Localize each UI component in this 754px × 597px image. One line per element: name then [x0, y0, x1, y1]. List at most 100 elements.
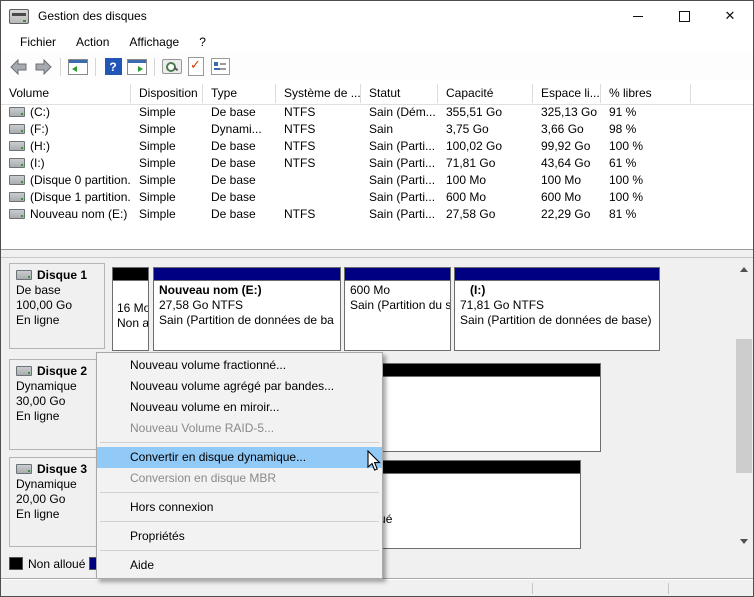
cell-statut: Sain: [361, 121, 438, 138]
volume-icon: [9, 141, 25, 151]
col-capacite[interactable]: Capacité: [438, 84, 533, 103]
menu-item-nouveau-volume-agrege[interactable]: Nouveau volume agrégé par bandes...: [97, 376, 382, 397]
disk-status: En ligne: [16, 313, 104, 328]
menu-item-aide[interactable]: Aide: [97, 555, 382, 576]
maximize-icon: [679, 11, 690, 22]
volume-icon: [9, 158, 25, 168]
table-row[interactable]: (C:) Simple De base NTFS Sain (Dém... 35…: [1, 104, 753, 121]
scroll-up-button[interactable]: [736, 261, 752, 277]
table-row[interactable]: (F:) Simple Dynami... NTFS Sain 3,75 Go …: [1, 121, 753, 138]
disk2-label[interactable]: Disque 2 Dynamique 30,00 Go En ligne: [9, 359, 105, 450]
properties-list-button[interactable]: [209, 56, 231, 78]
vertical-scrollbar[interactable]: [736, 261, 752, 549]
cell-espace: 99,92 Go: [533, 138, 601, 155]
popup-tool-button[interactable]: [161, 56, 183, 78]
menu-separator: [100, 521, 379, 522]
disk1-label[interactable]: Disque 1 De base 100,00 Go En ligne: [9, 263, 105, 349]
help-button[interactable]: ?: [102, 56, 124, 78]
pane-splitter[interactable]: [1, 249, 753, 258]
disk1-volume-e-block[interactable]: Nouveau nom (E:) 27,58 Go NTFS Sain (Par…: [153, 267, 341, 351]
forward-button[interactable]: [32, 56, 54, 78]
menu-item-nouveau-volume-raid5: Nouveau Volume RAID-5...: [97, 418, 382, 439]
col-filesystem[interactable]: Système de ...: [276, 84, 361, 103]
cell-type: Dynami...: [203, 121, 276, 138]
col-empty: [691, 84, 753, 103]
col-espace[interactable]: Espace li...: [533, 84, 601, 103]
maximize-button[interactable]: [661, 1, 707, 31]
legend-unallocated-swatch: [9, 557, 23, 570]
minimize-button[interactable]: [615, 1, 661, 31]
check-document-button[interactable]: ✓: [185, 56, 207, 78]
col-disposition[interactable]: Disposition: [131, 84, 203, 103]
menu-item-hors-connexion[interactable]: Hors connexion: [97, 497, 382, 518]
cell-disposition: Simple: [131, 189, 203, 206]
menu-affichage[interactable]: Affichage: [120, 33, 188, 52]
cell-disposition: Simple: [131, 155, 203, 172]
cell-libres: 98 %: [601, 121, 691, 138]
status-divider: [668, 583, 669, 594]
cell-espace: 100 Mo: [533, 172, 601, 189]
cell-libres: 81 %: [601, 206, 691, 223]
forward-icon: [33, 59, 53, 75]
scroll-down-button[interactable]: [736, 533, 752, 549]
disk1-volume-i-block[interactable]: (I:) 71,81 Go NTFS Sain (Partition de do…: [454, 267, 660, 351]
scrollbar-thumb[interactable]: [736, 339, 752, 473]
cell-disposition: Simple: [131, 104, 203, 121]
volume-icon: [9, 192, 25, 202]
close-button[interactable]: ✕: [707, 1, 753, 31]
cell-disposition: Simple: [131, 121, 203, 138]
cell-statut: Sain (Parti...: [361, 155, 438, 172]
cell-capacite: 3,75 Go: [438, 121, 533, 138]
menu-fichier[interactable]: Fichier: [11, 33, 65, 52]
disk-management-window: Gestion des disques ✕ Fichier Action Aff…: [0, 0, 754, 597]
col-libres[interactable]: % libres: [601, 84, 691, 103]
cell-type: De base: [203, 104, 276, 121]
cell-espace: 43,64 Go: [533, 155, 601, 172]
cell-capacite: 71,81 Go: [438, 155, 533, 172]
menu-item-nouveau-volume-fractionne[interactable]: Nouveau volume fractionné...: [97, 355, 382, 376]
cell-filesystem: NTFS: [276, 121, 361, 138]
menu-item-proprietes[interactable]: Propriétés: [97, 526, 382, 547]
toolbar: ? ✓: [1, 53, 753, 81]
cell-statut: Sain (Parti...: [361, 138, 438, 155]
table-row[interactable]: (I:) Simple De base NTFS Sain (Parti... …: [1, 155, 753, 172]
cell-statut: Sain (Parti...: [361, 189, 438, 206]
col-volume[interactable]: Volume: [1, 84, 131, 103]
menu-item-nouveau-volume-miroir[interactable]: Nouveau volume en miroir...: [97, 397, 382, 418]
popup-magnifier-icon: [162, 59, 182, 74]
unallocated-strip: [113, 268, 148, 280]
col-statut[interactable]: Statut: [361, 84, 438, 103]
table-row[interactable]: (H:) Simple De base NTFS Sain (Parti... …: [1, 138, 753, 155]
volume-icon: [9, 107, 25, 117]
cell-libres: 100 %: [601, 189, 691, 206]
disk1-unallocated-block[interactable]: 16 Mo Non a: [112, 267, 149, 351]
disk-icon: [16, 270, 32, 280]
cell-statut: Sain (Parti...: [361, 172, 438, 189]
col-type[interactable]: Type: [203, 84, 276, 103]
back-button[interactable]: [8, 56, 30, 78]
menu-help[interactable]: ?: [190, 33, 215, 52]
menu-item-convertir-disque-dynamique[interactable]: Convertir en disque dynamique...: [97, 447, 382, 468]
volume-icon: [9, 124, 25, 134]
disk-kind: Dynamique: [16, 379, 104, 394]
cell-disposition: Simple: [131, 206, 203, 223]
block-label: Nouveau nom (E:): [159, 283, 340, 298]
volume-name: (I:): [30, 156, 45, 170]
console-tree-button[interactable]: [67, 56, 89, 78]
table-row[interactable]: (Disque 0 partition... Simple De base Sa…: [1, 172, 753, 189]
cell-espace: 22,29 Go: [533, 206, 601, 223]
table-row[interactable]: (Disque 1 partition... Simple De base Sa…: [1, 189, 753, 206]
disk-row-1: Disque 1 De base 100,00 Go En ligne 16 M…: [1, 263, 753, 351]
disk1-efi-block[interactable]: 600 Mo Sain (Partition du s: [344, 267, 451, 351]
volume-name: (C:): [30, 105, 50, 119]
table-row[interactable]: Nouveau nom (E:) Simple De base NTFS Sai…: [1, 206, 753, 223]
block-status: Non a: [117, 316, 148, 331]
cell-type: De base: [203, 206, 276, 223]
disk3-label[interactable]: Disque 3 Dynamique 20,00 Go En ligne: [9, 457, 105, 547]
block-label: (I:): [460, 283, 659, 298]
action-pane-button[interactable]: [126, 56, 148, 78]
disk-name: Disque 1: [37, 268, 87, 282]
cell-libres: 61 %: [601, 155, 691, 172]
cell-filesystem: NTFS: [276, 138, 361, 155]
menu-action[interactable]: Action: [67, 33, 118, 52]
